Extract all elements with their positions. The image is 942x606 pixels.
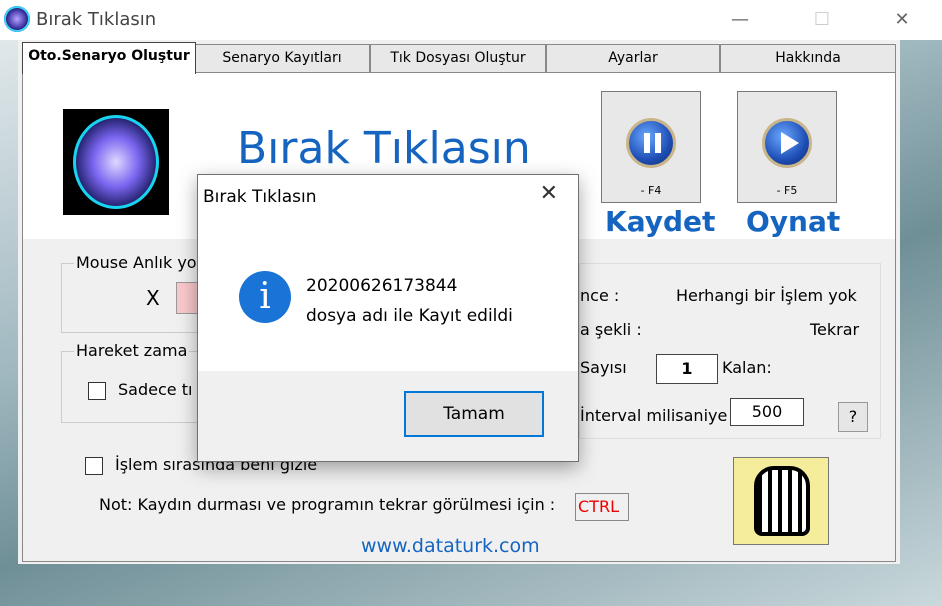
count-input[interactable]: 1 — [656, 354, 718, 384]
mouse-logo-icon — [73, 115, 159, 209]
tab-oto-senaryo[interactable]: Oto.Senaryo Oluştur — [22, 42, 196, 74]
pause-icon — [626, 118, 676, 168]
dialog-message-line1: 20200626173844 — [306, 276, 458, 296]
note-text: Not: Kaydın durması ve programın tekrar … — [99, 495, 556, 514]
website-link[interactable]: www.dataturk.com — [361, 535, 540, 557]
tab-tik-dosyasi[interactable]: Tık Dosyası Oluştur — [370, 44, 546, 72]
app-logo — [63, 109, 169, 215]
remaining-label: Kalan: — [722, 358, 772, 377]
tab-hakkinda[interactable]: Hakkında — [720, 44, 896, 72]
play-label[interactable]: Oynat — [746, 205, 840, 238]
count-label: Sayısı — [580, 358, 627, 377]
maximize-button[interactable]: ☐ — [802, 4, 842, 36]
interval-label: İnterval milisaniye — [580, 406, 728, 425]
mode-value: Tekrar — [810, 320, 860, 339]
tab-senaryo-kayitlari[interactable]: Senaryo Kayıtları — [194, 44, 370, 72]
close-button[interactable]: ✕ — [882, 4, 922, 36]
message-dialog: Bırak Tıklasın ✕ i 20200626173844 dosya … — [197, 174, 579, 462]
play-icon — [762, 118, 812, 168]
x-label: X — [146, 286, 160, 310]
dialog-close-icon[interactable]: ✕ — [540, 181, 558, 206]
state-value: Herhangi bir İşlem yok — [676, 286, 857, 305]
record-button[interactable]: - F4 — [601, 91, 701, 203]
play-hotkey: - F5 — [776, 184, 798, 197]
move-group-title: Hareket zama — [74, 341, 190, 360]
app-mouse-icon — [4, 6, 30, 32]
only-click-label: Sadece tı — [118, 380, 193, 399]
status-group: nce : Herhangi bir İşlem yok a şekli : T… — [579, 263, 881, 439]
play-button[interactable]: - F5 — [737, 91, 837, 203]
state-label: nce : — [580, 286, 620, 305]
minimize-button[interactable]: — — [720, 4, 760, 36]
record-label[interactable]: Kaydet — [605, 205, 715, 238]
dialog-message-line2: dosya adı ile Kayıt edildi — [306, 306, 513, 326]
ctrl-key-field: CTRL — [575, 493, 629, 521]
tab-ayarlar[interactable]: Ayarlar — [546, 44, 720, 72]
ok-button[interactable]: Tamam — [404, 391, 544, 437]
badge-logo — [733, 457, 829, 545]
mouse-position-group: Mouse Anlık yo X — [61, 253, 201, 333]
app-heading: Bırak Tıklasın — [237, 123, 531, 174]
window-title: Bırak Tıklasın — [36, 9, 157, 30]
info-icon: i — [239, 271, 291, 323]
dialog-footer: Tamam — [198, 371, 578, 461]
dialog-message: 20200626173844 dosya adı ile Kayıt edild… — [306, 271, 513, 331]
color-swatch — [176, 282, 198, 314]
move-time-group: Hareket zama Sadece tı — [61, 341, 201, 423]
mouse-group-title: Mouse Anlık yo — [74, 253, 199, 272]
help-button[interactable]: ? — [838, 402, 868, 432]
interval-input[interactable]: 500 — [730, 398, 804, 426]
only-click-checkbox[interactable] — [88, 382, 106, 400]
record-hotkey: - F4 — [640, 184, 662, 197]
mode-label: a şekli : — [580, 320, 642, 339]
hide-checkbox[interactable] — [85, 457, 103, 475]
dialog-title: Bırak Tıklasın — [203, 187, 317, 207]
title-bar: Bırak Tıklasın — ☐ ✕ — [0, 0, 942, 40]
crest-icon — [754, 466, 810, 536]
